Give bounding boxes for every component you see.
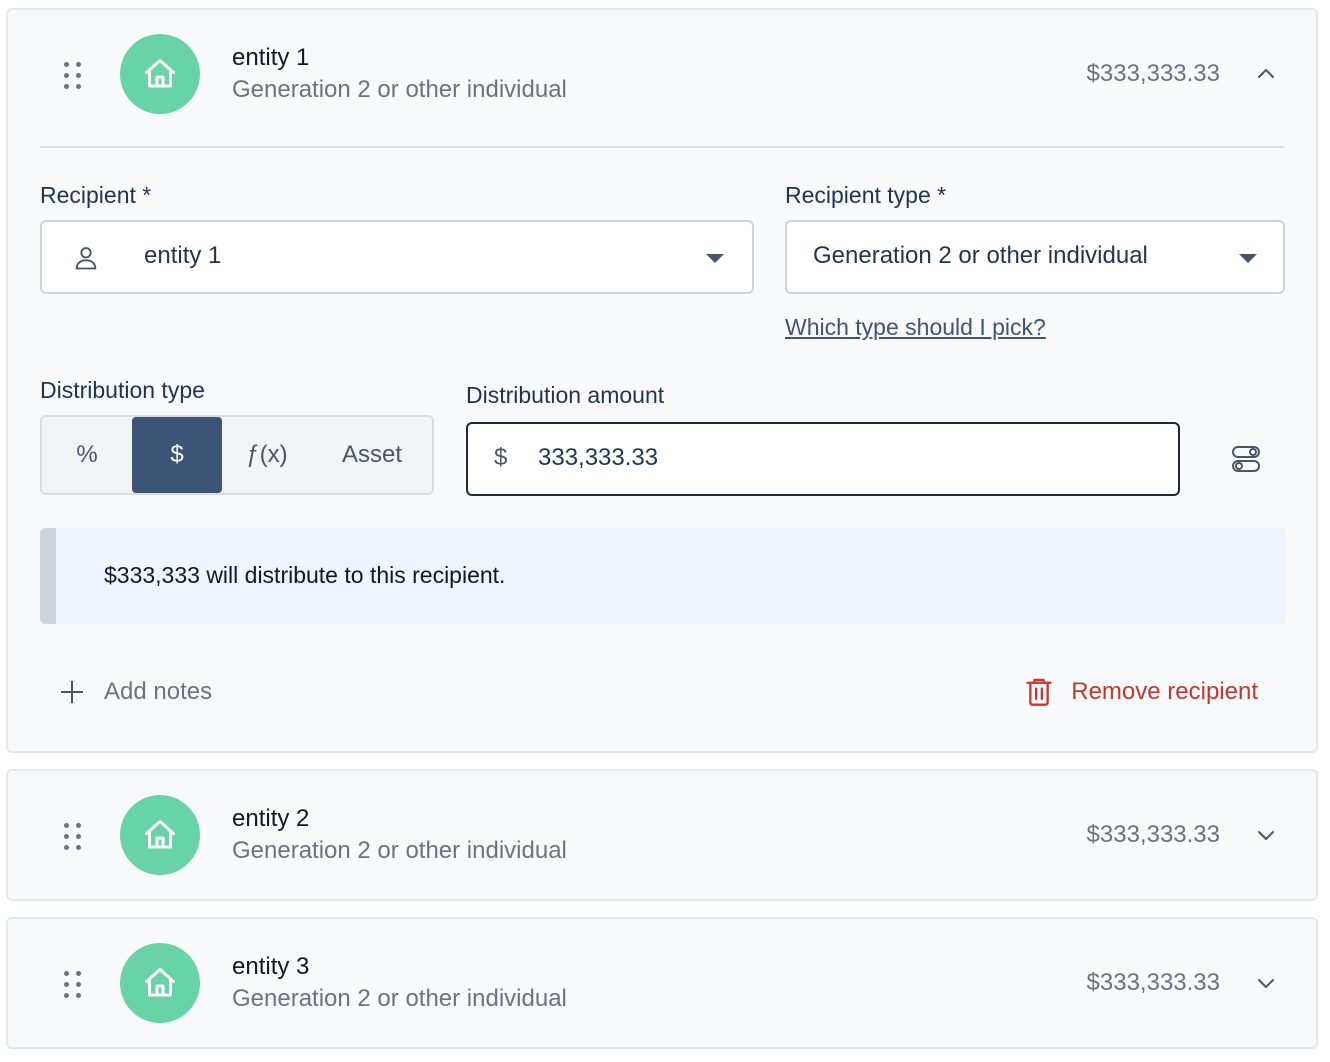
callout-accent-bar [40, 528, 56, 624]
plus-icon [60, 680, 84, 704]
recipient-amount: $333,333.33 [1086, 821, 1220, 848]
chevron-up-icon[interactable] [1254, 62, 1278, 86]
distribution-amount-input[interactable]: $ 333,333.33 [466, 422, 1180, 496]
home-icon [145, 820, 175, 849]
distribution-info-text: $333,333 will distribute to this recipie… [104, 562, 506, 588]
chevron-down-icon[interactable] [1254, 971, 1278, 995]
distribution-amount-label: Distribution amount [466, 382, 665, 408]
caret-down-icon [706, 254, 724, 263]
distribution-amount-value[interactable]: 333,333.33 [538, 444, 658, 472]
recipient-header-1[interactable]: entity 1 Generation 2 or other individua… [8, 10, 1316, 142]
avatar [120, 795, 200, 875]
segment-function[interactable]: ƒ(x) [222, 417, 312, 493]
recipient-header-2[interactable]: entity 2 Generation 2 or other individua… [8, 771, 1316, 899]
recipient-type-value: Generation 2 or other individual [813, 242, 1148, 269]
distribution-type-toggle: % $ ƒ(x) Asset [40, 415, 434, 495]
chevron-down-icon[interactable] [1254, 823, 1278, 847]
trash-icon [1026, 678, 1052, 706]
segment-percent[interactable]: % [42, 417, 132, 493]
avatar [120, 943, 200, 1023]
add-notes-button[interactable]: Add notes [60, 674, 212, 710]
recipient-label: Recipient * [40, 182, 152, 208]
divider [40, 146, 1284, 148]
avatar [120, 34, 200, 114]
segment-dollar[interactable]: $ [132, 417, 222, 493]
recipient-name: entity 1 [232, 44, 310, 71]
which-type-link[interactable]: Which type should I pick? [785, 314, 1046, 341]
caret-down-icon [1239, 254, 1257, 263]
recipient-select[interactable]: entity 1 [40, 220, 754, 294]
currency-symbol: $ [494, 444, 508, 471]
add-notes-label: Add notes [104, 678, 213, 705]
recipient-header-3[interactable]: entity 3 Generation 2 or other individua… [8, 919, 1316, 1047]
recipient-type: Generation 2 or other individual [232, 76, 567, 103]
person-icon [75, 247, 97, 270]
recipient-card-1: entity 1 Generation 2 or other individua… [6, 8, 1318, 753]
recipient-name: entity 2 [232, 805, 310, 832]
recipient-amount: $333,333.33 [1086, 969, 1220, 996]
recipient-type: Generation 2 or other individual [232, 837, 567, 864]
segment-asset[interactable]: Asset [312, 417, 432, 493]
drag-handle-icon[interactable] [64, 62, 82, 90]
remove-recipient-label: Remove recipient [1071, 678, 1258, 705]
recipient-type: Generation 2 or other individual [232, 985, 567, 1012]
home-icon [145, 968, 175, 997]
home-icon [145, 59, 175, 88]
distribution-type-label: Distribution type [40, 377, 205, 403]
drag-handle-icon[interactable] [64, 971, 82, 999]
recipient-value: entity 1 [144, 242, 222, 269]
distribution-info-callout: $333,333 will distribute to this recipie… [40, 528, 1286, 624]
recipient-card-3: entity 3 Generation 2 or other individua… [6, 917, 1318, 1049]
recipient-card-2: entity 2 Generation 2 or other individua… [6, 769, 1318, 901]
recipient-amount: $333,333.33 [1086, 60, 1220, 87]
remove-recipient-button[interactable]: Remove recipient [1025, 674, 1258, 710]
recipient-type-select[interactable]: Generation 2 or other individual [785, 220, 1285, 294]
recipient-name: entity 3 [232, 953, 310, 980]
settings-toggle-icon[interactable] [1230, 444, 1262, 474]
drag-handle-icon[interactable] [64, 823, 82, 851]
recipient-type-label: Recipient type * [785, 182, 947, 208]
